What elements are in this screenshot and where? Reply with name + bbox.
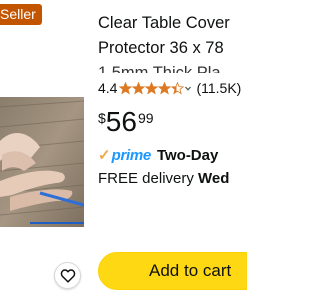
delivery-day: Wed (198, 170, 230, 187)
prime-shipping-row: ✓ prime Two-Day (98, 145, 218, 165)
product-title-line: Protector 36 x 78 (98, 39, 224, 57)
rating-value: 4.4 (98, 80, 118, 96)
rating-row[interactable]: 4.4 (11.5K) (98, 79, 241, 97)
product-title-line: 1.5mm Thick Pla (98, 64, 221, 73)
star-icon (158, 81, 172, 94)
price: $ 56 99 (98, 106, 154, 140)
star-rating (119, 81, 192, 95)
star-icon (132, 81, 146, 94)
product-title-line: Clear Table Cover (98, 14, 230, 32)
table-cover-photo (0, 97, 84, 227)
price-whole: 56 (105, 106, 137, 137)
chevron-down-icon (185, 86, 192, 91)
star-icon (171, 81, 185, 94)
heart-icon (60, 269, 75, 283)
product-card: Seller Clear Table Cover Protector 36 x … (0, 0, 247, 296)
price-symbol: $ (98, 110, 106, 126)
star-icon (145, 81, 159, 94)
shipping-speed: Two-Day (156, 146, 219, 164)
review-count: (11.5K) (196, 80, 242, 96)
add-to-cart-button[interactable]: Add to cart (98, 252, 247, 290)
price-fraction: 99 (137, 110, 154, 126)
star-icon (119, 81, 133, 94)
prime-logo: prime (111, 146, 152, 164)
best-seller-badge: Seller (0, 4, 42, 25)
product-title-link[interactable]: Clear Table Cover Protector 36 x 78 1.5m… (98, 11, 247, 73)
product-image[interactable] (0, 97, 84, 227)
delivery-info: FREE delivery Wed (98, 170, 229, 190)
prime-check-icon: ✓ (98, 147, 111, 164)
product-image-column: Seller (0, 0, 84, 296)
delivery-prefix: FREE delivery (98, 170, 199, 187)
wishlist-button[interactable] (54, 262, 81, 289)
